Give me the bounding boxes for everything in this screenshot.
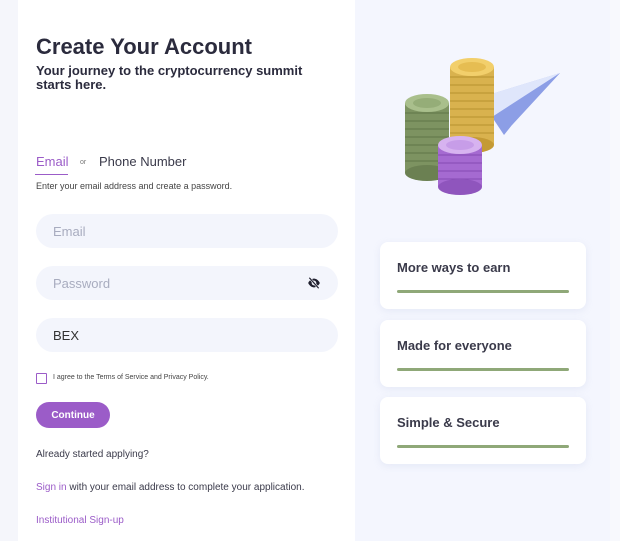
- feature-card-more-ways-to-earn: More ways to earn: [380, 242, 586, 309]
- coins-paper-plane-illustration: [405, 58, 560, 195]
- feature-card-label: Made for everyone: [397, 338, 512, 353]
- signin-rest-text: with your email address to complete your…: [66, 482, 305, 493]
- terms-label: I agree to the Terms of Service and Priv…: [53, 374, 209, 381]
- referral-code-field[interactable]: [36, 318, 338, 352]
- email-field[interactable]: [36, 214, 338, 248]
- password-field[interactable]: [36, 266, 338, 300]
- feature-card-simple-secure: Simple & Secure: [380, 397, 586, 464]
- feature-card-bar: [397, 445, 569, 448]
- feature-card-bar: [397, 290, 569, 293]
- feature-card-label: More ways to earn: [397, 260, 511, 275]
- already-applying-text: Already started applying?: [36, 449, 149, 460]
- tab-phone-number[interactable]: Phone Number: [99, 154, 186, 169]
- tab-separator: or: [80, 159, 87, 166]
- signin-link[interactable]: Sign in: [36, 482, 67, 493]
- tab-email-underline: [35, 174, 68, 175]
- feature-card-label: Simple & Secure: [397, 415, 500, 430]
- terms-checkbox[interactable]: [36, 373, 47, 384]
- form-hint: Enter your email address and create a pa…: [36, 181, 233, 191]
- institutional-signup-link[interactable]: Institutional Sign-up: [36, 515, 124, 526]
- feature-card-made-for-everyone: Made for everyone: [380, 320, 586, 387]
- eye-slash-icon[interactable]: [307, 276, 321, 290]
- signin-line: Sign in with your email address to compl…: [36, 482, 304, 493]
- page-subtitle: Your journey to the cryptocurrency summi…: [36, 63, 303, 92]
- left-edge-strip: [0, 0, 18, 541]
- tab-email[interactable]: Email: [36, 154, 69, 169]
- page-title: Create Your Account: [36, 34, 252, 59]
- feature-card-bar: [397, 368, 569, 371]
- continue-button[interactable]: Continue: [36, 402, 110, 428]
